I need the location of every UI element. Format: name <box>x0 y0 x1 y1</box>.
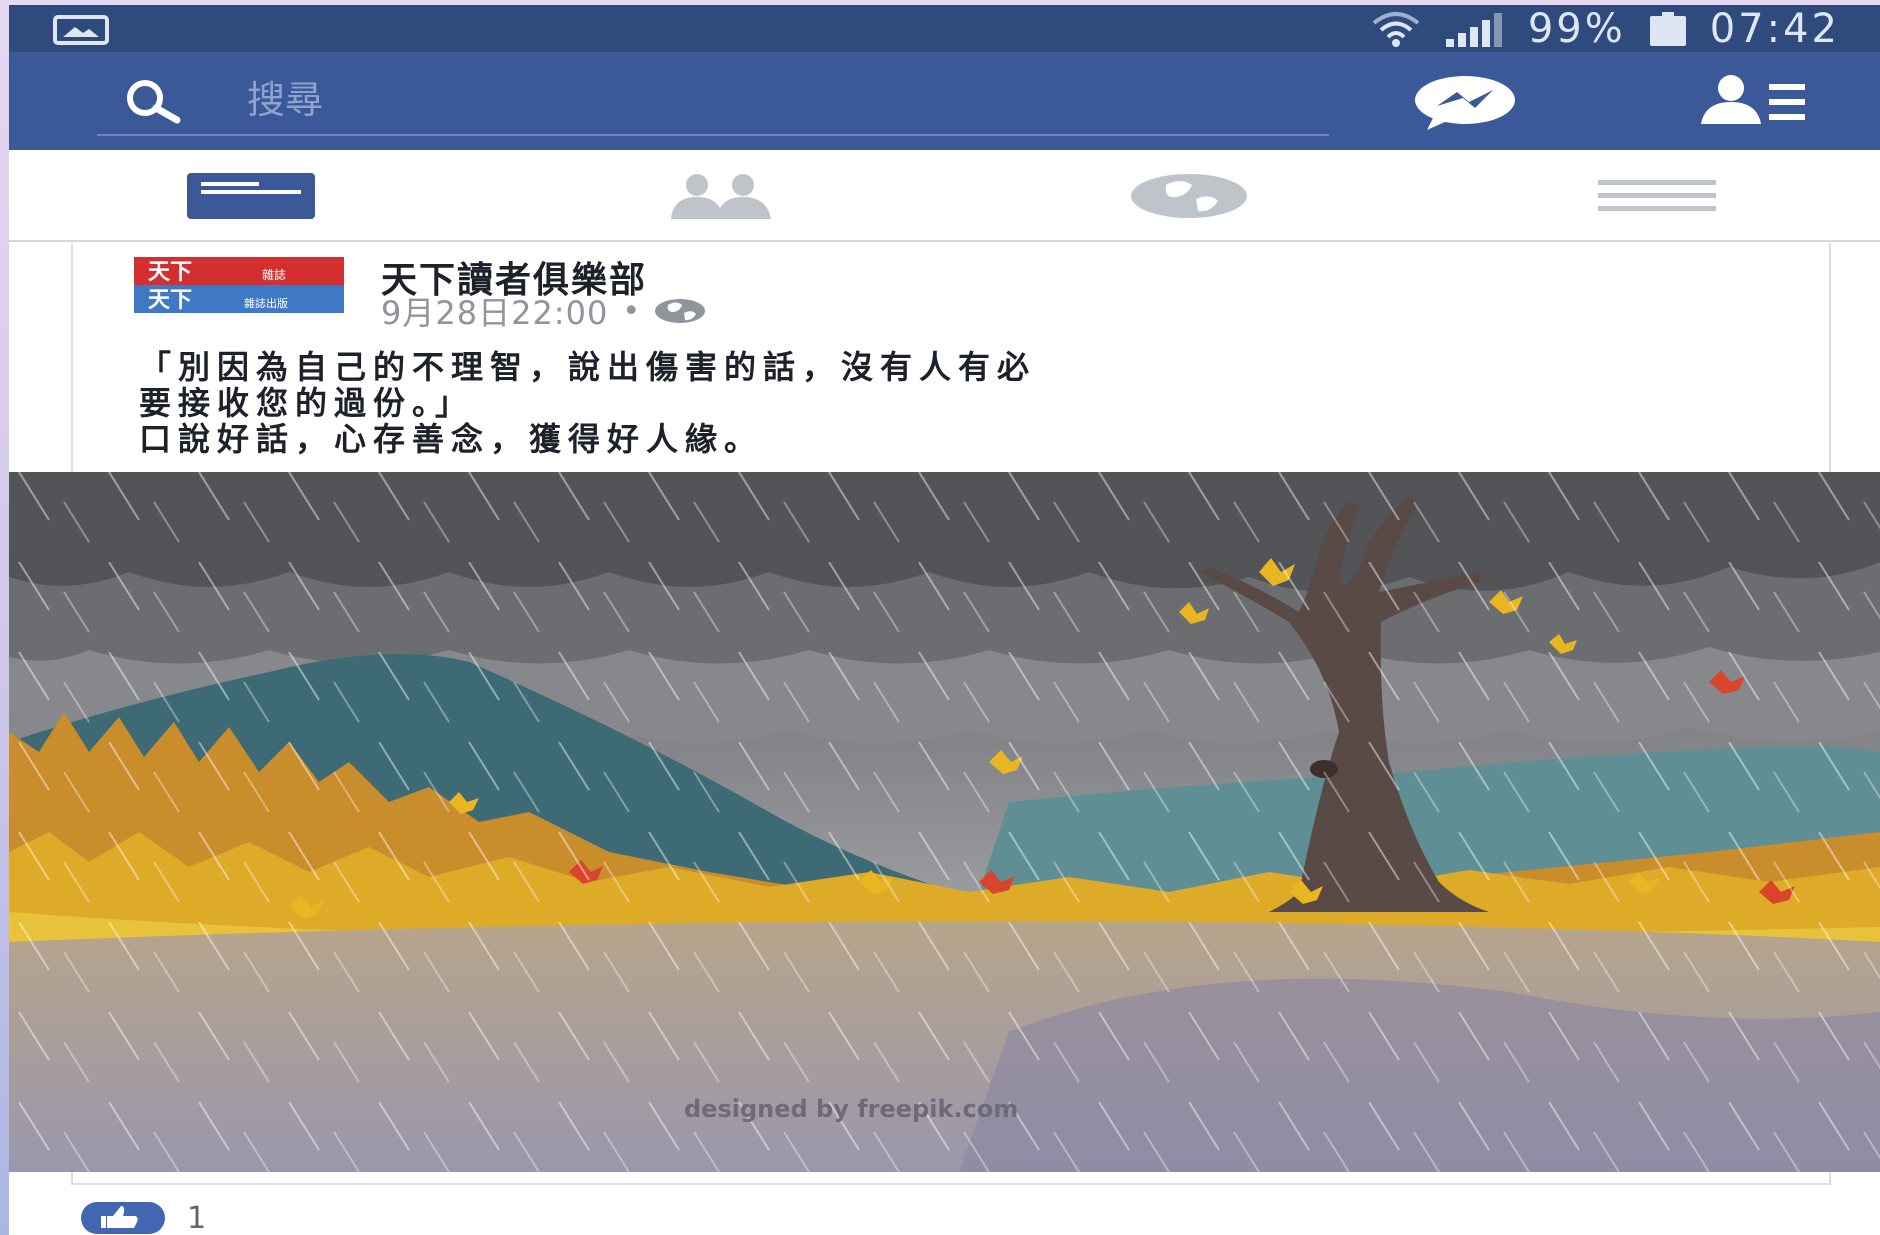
battery-percent: 99% <box>1527 5 1626 52</box>
tab-menu[interactable] <box>1423 150 1880 242</box>
like-count: 1 <box>187 1200 207 1235</box>
post-image[interactable]: designed by freepik.com <box>9 472 1880 1172</box>
tab-friends[interactable] <box>487 150 955 242</box>
tab-news-feed[interactable] <box>17 150 485 242</box>
avatar-text-top-small: 雜誌 <box>262 267 286 282</box>
status-bar: 99% 07:42 <box>9 5 1880 52</box>
tab-bar <box>9 150 1880 242</box>
avatar-text-bottom: 天下 <box>148 287 192 313</box>
avatar-text-bottom-small: 雜誌出版 <box>244 296 288 310</box>
app-bar <box>9 52 1880 150</box>
image-credit: designed by freepik.com <box>684 1095 1018 1123</box>
tab-notifications[interactable] <box>955 150 1423 242</box>
friends-icon <box>671 174 771 219</box>
friend-requests-icon[interactable] <box>1697 74 1809 130</box>
search-icon[interactable] <box>119 76 183 126</box>
globe-icon <box>655 299 706 323</box>
post-text-line: 要接收您的過份。」 <box>139 384 475 422</box>
news-feed-icon <box>187 173 315 219</box>
page-avatar[interactable]: 天下 雜誌 天下 雜誌出版 <box>134 257 344 313</box>
phone-screen: 99% 07:42 搜尋 天下 雜誌 天下 雜誌出版 天下讀者俱樂部 9月28日… <box>9 5 1880 1235</box>
search-bar[interactable] <box>97 66 1329 136</box>
globe-icon <box>1131 174 1247 218</box>
post-meta: 9月28日22:00 • <box>381 288 706 334</box>
meta-separator: • <box>622 293 641 329</box>
search-input[interactable] <box>247 72 1147 128</box>
battery-icon <box>1649 11 1686 46</box>
clock: 07:42 <box>1709 5 1840 52</box>
signal-icon <box>1445 12 1502 47</box>
like-icon <box>81 1202 165 1234</box>
gallery-icon <box>53 15 109 45</box>
menu-icon <box>1598 180 1716 211</box>
reactions-row[interactable]: 1 <box>81 1198 206 1235</box>
post-text-line: 口說好話，心存善念，獲得好人緣。 <box>139 420 764 458</box>
messenger-icon[interactable] <box>1409 74 1529 130</box>
wifi-icon <box>1372 11 1420 47</box>
post-text-line: 「別因為自己的不理智，說出傷害的話，沒有人有必 <box>139 348 1037 386</box>
post-timestamp[interactable]: 9月28日22:00 <box>381 288 608 334</box>
avatar-text-top: 天下 <box>148 259 192 285</box>
post-text: 「別因為自己的不理智，說出傷害的話，沒有人有必 要接收您的過份。」 口說好話，心… <box>139 349 1779 457</box>
